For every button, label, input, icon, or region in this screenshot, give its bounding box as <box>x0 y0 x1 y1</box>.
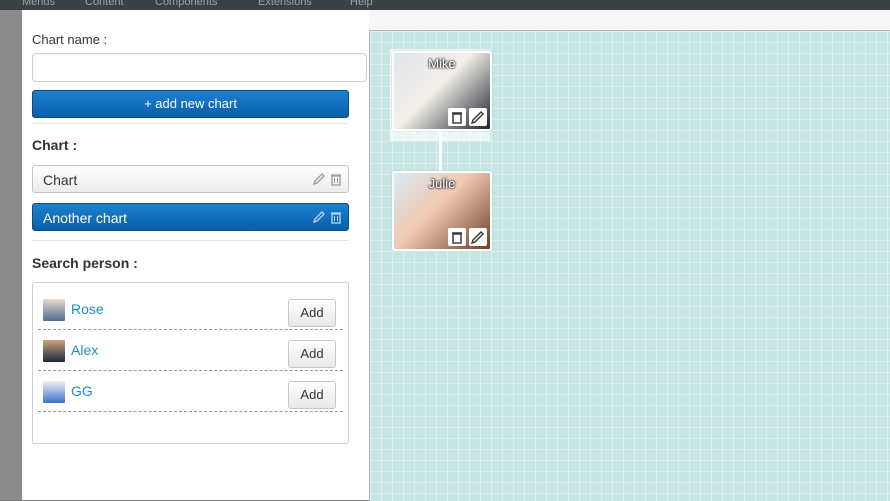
org-node-name: Julie <box>428 176 456 191</box>
bg-menu-item: Menus <box>22 0 56 8</box>
chart-name-input[interactable] <box>32 53 367 82</box>
bg-menu-item: Content <box>85 0 124 8</box>
trash-icon[interactable] <box>448 228 466 246</box>
background-menu-bar: Menus Content Components Extensions Help <box>0 0 890 10</box>
divider <box>32 240 349 241</box>
pencil-icon[interactable] <box>469 228 487 246</box>
org-chart-modal: Chart name : + add new chart Chart : Cha… <box>22 10 890 501</box>
person-row: GG Add <box>38 371 343 412</box>
add-new-chart-button[interactable]: + add new chart <box>32 90 349 118</box>
avatar <box>43 340 65 362</box>
chart-list-item-selected[interactable]: Another chart <box>32 203 349 231</box>
person-name-link[interactable]: Rose <box>71 301 104 317</box>
add-person-button[interactable]: Add <box>288 340 336 368</box>
person-row: Rose Add <box>38 289 343 330</box>
chart-section-label: Chart : <box>32 137 78 153</box>
add-person-button[interactable]: Add <box>288 381 336 409</box>
person-row: Alex Add <box>38 330 343 371</box>
org-connector <box>439 126 442 174</box>
chart-list-item[interactable]: Chart <box>32 165 349 193</box>
person-name-link[interactable]: Alex <box>71 342 98 358</box>
chart-sidebar: Chart name : + add new chart Chart : Cha… <box>22 10 369 500</box>
chart-item-name: Chart <box>43 172 78 188</box>
org-chart-canvas[interactable]: Mike Julie <box>369 30 890 501</box>
pencil-icon[interactable] <box>312 210 326 224</box>
bg-menu-item: Components <box>155 0 218 8</box>
modal-body: Chart name : + add new chart Chart : Cha… <box>22 10 890 501</box>
org-node-name: Mike <box>428 56 456 71</box>
pencil-icon[interactable] <box>469 108 487 126</box>
chart-item-name: Another chart <box>43 210 128 226</box>
bg-menu-item: Extensions <box>258 0 312 8</box>
org-node[interactable]: Julie <box>392 171 492 251</box>
pencil-icon[interactable] <box>312 172 326 186</box>
trash-icon[interactable] <box>329 210 343 224</box>
person-search-results: Rose Add Alex Add GG Add <box>32 282 349 444</box>
person-name-link[interactable]: GG <box>71 383 93 399</box>
add-person-button[interactable]: Add <box>288 299 336 327</box>
search-person-label: Search person : <box>32 255 138 271</box>
bg-menu-item: Help <box>350 0 373 8</box>
divider <box>32 123 349 124</box>
avatar <box>43 381 65 403</box>
background-page-edge <box>0 10 22 500</box>
chart-name-label: Chart name : <box>32 32 108 47</box>
trash-icon[interactable] <box>329 172 343 186</box>
avatar <box>43 299 65 321</box>
trash-icon[interactable] <box>448 108 466 126</box>
org-node[interactable]: Mike <box>392 51 492 131</box>
